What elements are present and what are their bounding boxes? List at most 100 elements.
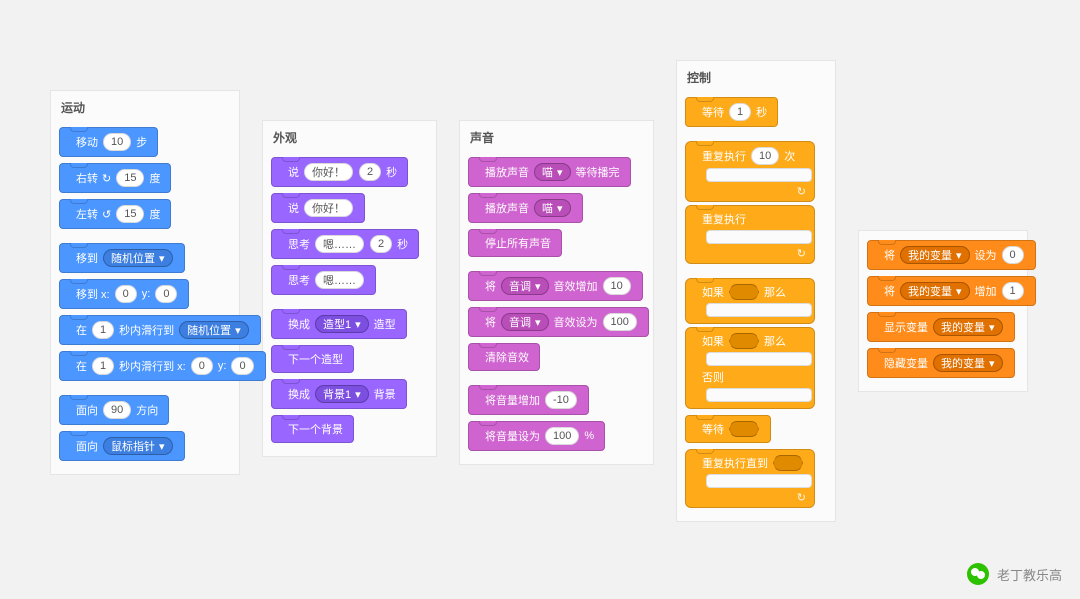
secs-input[interactable]: 2 <box>370 235 392 253</box>
sound-dropdown[interactable]: 喵▾ <box>534 199 571 217</box>
control-category-panel: 控制 等待 1 秒 重复执行 10 次 ↻ 重复执行 ↻ 如果 <box>676 60 836 522</box>
msg-input[interactable]: 嗯…… <box>315 271 364 289</box>
hide-variable-block[interactable]: 隐藏变量 我的变量▾ <box>867 348 1015 378</box>
point-towards-block[interactable]: 面向 鼠标指针▾ <box>59 431 185 461</box>
variable-dropdown[interactable]: 我的变量▾ <box>933 354 1003 372</box>
text: 播放声音 <box>485 164 529 180</box>
glide-dropdown[interactable]: 随机位置▾ <box>179 321 249 339</box>
y-input[interactable]: 0 <box>155 285 177 303</box>
c-slot[interactable] <box>706 388 812 402</box>
think-for-secs-block[interactable]: 思考 嗯…… 2 秒 <box>271 229 419 259</box>
msg-input[interactable]: 嗯…… <box>315 235 364 253</box>
change-volume-block[interactable]: 将音量增加 -10 <box>468 385 589 415</box>
boolean-slot[interactable] <box>729 421 759 437</box>
wait-until-block[interactable]: 等待 <box>685 415 771 443</box>
say-block[interactable]: 说 你好！ <box>271 193 365 223</box>
switch-costume-block[interactable]: 换成 造型1▾ 造型 <box>271 309 407 339</box>
stop-all-sounds-block[interactable]: 停止所有声音 <box>468 229 562 257</box>
play-sound-until-done-block[interactable]: 播放声音 喵▾ 等待播完 <box>468 157 631 187</box>
next-costume-block[interactable]: 下一个造型 <box>271 345 354 373</box>
set-volume-block[interactable]: 将音量设为 100 % <box>468 421 605 451</box>
text: 如果 <box>702 284 724 300</box>
value-input[interactable]: 1 <box>1002 282 1024 300</box>
motion-category-panel: 运动 移动 10 步 右转 ↻ 15 度 左转 ↺ 15 度 移到 随机位置▾ … <box>50 90 240 475</box>
value-input[interactable]: 0 <box>1002 246 1024 264</box>
value-input[interactable]: 100 <box>545 427 579 445</box>
if-else-block[interactable]: 如果 那么 否则 <box>685 327 815 409</box>
text: 增加 <box>975 283 997 299</box>
degrees-input[interactable]: 15 <box>116 169 144 187</box>
think-block[interactable]: 思考 嗯…… <box>271 265 376 295</box>
value-input[interactable]: 100 <box>603 313 637 331</box>
text: 下一个背景 <box>288 421 343 437</box>
costume-dropdown[interactable]: 造型1▾ <box>315 315 369 333</box>
boolean-slot[interactable] <box>729 284 759 300</box>
goto-xy-block[interactable]: 移到 x: 0 y: 0 <box>59 279 189 309</box>
x-input[interactable]: 0 <box>191 357 213 375</box>
text: 音效增加 <box>554 278 598 294</box>
c-slot[interactable] <box>706 352 812 366</box>
set-variable-block[interactable]: 将 我的变量▾ 设为 0 <box>867 240 1036 270</box>
goto-block[interactable]: 移到 随机位置▾ <box>59 243 185 273</box>
glide-to-block[interactable]: 在 1 秒内滑行到 随机位置▾ <box>59 315 261 345</box>
repeat-block[interactable]: 重复执行 10 次 ↻ <box>685 141 815 202</box>
chevron-down-icon: ▾ <box>956 249 962 262</box>
forever-block[interactable]: 重复执行 ↻ <box>685 205 815 264</box>
point-dropdown[interactable]: 鼠标指针▾ <box>103 437 173 455</box>
wait-block[interactable]: 等待 1 秒 <box>685 97 778 127</box>
text: 隐藏变量 <box>884 355 928 371</box>
boolean-slot[interactable] <box>729 333 759 349</box>
sound-dropdown[interactable]: 喵▾ <box>534 163 571 181</box>
text: 移到 <box>76 250 98 266</box>
play-sound-block[interactable]: 播放声音 喵▾ <box>468 193 583 223</box>
turn-right-block[interactable]: 右转 ↻ 15 度 <box>59 163 171 193</box>
glide-xy-block[interactable]: 在 1 秒内滑行到 x: 0 y: 0 <box>59 351 266 381</box>
effect-dropdown[interactable]: 音调▾ <box>501 313 549 331</box>
secs-input[interactable]: 1 <box>729 103 751 121</box>
set-effect-block[interactable]: 将 音调▾ 音效设为 100 <box>468 307 649 337</box>
times-input[interactable]: 10 <box>751 147 779 165</box>
change-effect-block[interactable]: 将 音调▾ 音效增加 10 <box>468 271 643 301</box>
text: 在 <box>76 322 87 338</box>
effect-dropdown[interactable]: 音调▾ <box>501 277 549 295</box>
text: 播放声音 <box>485 200 529 216</box>
y-input[interactable]: 0 <box>231 357 253 375</box>
repeat-until-block[interactable]: 重复执行直到 ↻ <box>685 449 815 508</box>
text: 将 <box>884 247 895 263</box>
variable-dropdown[interactable]: 我的变量▾ <box>900 246 970 264</box>
x-input[interactable]: 0 <box>115 285 137 303</box>
clear-effects-block[interactable]: 清除音效 <box>468 343 540 371</box>
boolean-slot[interactable] <box>773 455 803 471</box>
c-slot[interactable] <box>706 230 812 244</box>
point-direction-block[interactable]: 面向 90 方向 <box>59 395 169 425</box>
c-slot[interactable] <box>706 303 812 317</box>
value-input[interactable]: -10 <box>545 391 577 409</box>
switch-backdrop-block[interactable]: 换成 背景1▾ 背景 <box>271 379 407 409</box>
variable-dropdown[interactable]: 我的变量▾ <box>933 318 1003 336</box>
move-steps-block[interactable]: 移动 10 步 <box>59 127 158 157</box>
text: 面向 <box>76 402 98 418</box>
secs-input[interactable]: 2 <box>359 163 381 181</box>
backdrop-dropdown[interactable]: 背景1▾ <box>315 385 369 403</box>
change-variable-block[interactable]: 将 我的变量▾ 增加 1 <box>867 276 1036 306</box>
if-block[interactable]: 如果 那么 <box>685 278 815 324</box>
say-for-secs-block[interactable]: 说 你好！ 2 秒 <box>271 157 408 187</box>
dir-input[interactable]: 90 <box>103 401 131 419</box>
chevron-down-icon: ▾ <box>235 324 241 337</box>
text: 背景 <box>374 386 396 402</box>
value-input[interactable]: 10 <box>603 277 631 295</box>
msg-input[interactable]: 你好！ <box>304 163 353 181</box>
degrees-input[interactable]: 15 <box>116 205 144 223</box>
turn-left-block[interactable]: 左转 ↺ 15 度 <box>59 199 171 229</box>
next-backdrop-block[interactable]: 下一个背景 <box>271 415 354 443</box>
secs-input[interactable]: 1 <box>92 321 114 339</box>
c-slot[interactable] <box>706 168 812 182</box>
goto-dropdown[interactable]: 随机位置▾ <box>103 249 173 267</box>
chevron-down-icon: ▾ <box>355 318 361 331</box>
c-slot[interactable] <box>706 474 812 488</box>
variable-dropdown[interactable]: 我的变量▾ <box>900 282 970 300</box>
msg-input[interactable]: 你好！ <box>304 199 353 217</box>
show-variable-block[interactable]: 显示变量 我的变量▾ <box>867 312 1015 342</box>
secs-input[interactable]: 1 <box>92 357 114 375</box>
steps-input[interactable]: 10 <box>103 133 131 151</box>
